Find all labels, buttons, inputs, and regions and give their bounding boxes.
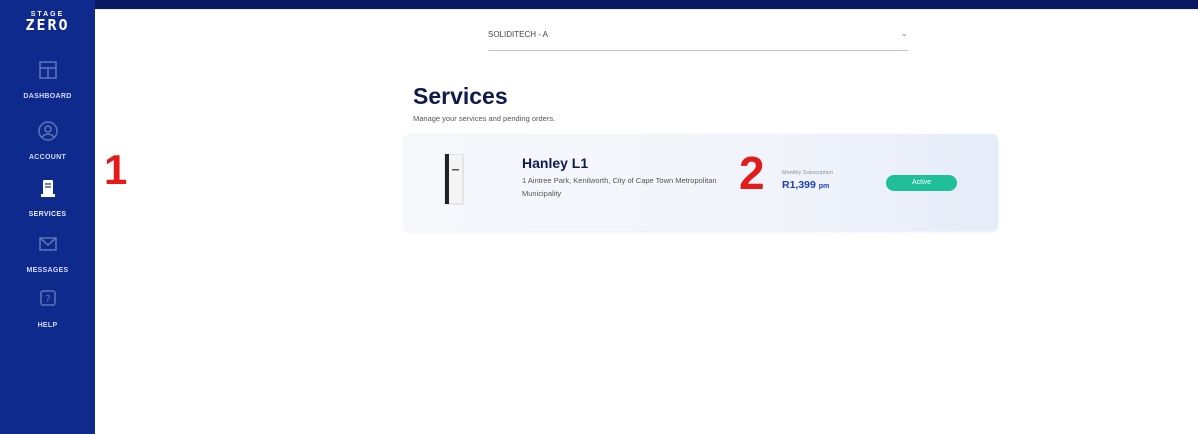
- annotation-number-1: 1: [104, 146, 128, 193]
- sidebar-item-services[interactable]: SERVICES: [0, 177, 95, 221]
- sidebar-item-label: HELP: [37, 322, 58, 329]
- subscription-price: R1,399 pm: [782, 179, 829, 191]
- sidebar-item-account[interactable]: ACCOUNT: [0, 120, 95, 164]
- services-icon: [40, 180, 55, 197]
- account-select-value: SOLIDITECH - A: [488, 30, 549, 39]
- sidebar-item-label: ACCOUNT: [28, 154, 67, 161]
- topbar-divider: [95, 9, 1198, 10]
- dashboard-icon: [38, 61, 57, 79]
- page-title: Services: [413, 83, 508, 109]
- battery-device-icon: [444, 154, 464, 205]
- brand-logo-main: ZERO: [25, 16, 70, 34]
- main-content: SOLIDITECH - A ⌄ Services Manage your se…: [95, 9, 1198, 434]
- account-icon: [37, 121, 58, 141]
- service-name: Hanley L1: [522, 155, 589, 171]
- app-window: STAGE ZERO DASHBOARD ACCOUNT SERVICES ME…: [0, 0, 1198, 434]
- service-address: 1 Aintree Park, Kenilworth, City of Cape…: [522, 176, 717, 198]
- page-subtitle: Manage your services and pending orders.: [413, 114, 556, 123]
- brand-logo[interactable]: STAGE ZERO: [0, 11, 95, 33]
- sidebar-item-label: MESSAGES: [26, 267, 69, 274]
- sidebar-item-dashboard[interactable]: DASHBOARD: [0, 59, 95, 103]
- top-edge-bar: [0, 0, 1198, 9]
- help-icon: ?: [39, 290, 56, 306]
- account-select[interactable]: SOLIDITECH - A ⌄: [488, 26, 908, 51]
- price-amount: R1,399: [782, 179, 816, 191]
- status-badge[interactable]: Active: [886, 175, 957, 191]
- chevron-down-icon: ⌄: [900, 28, 908, 38]
- sidebar: STAGE ZERO DASHBOARD ACCOUNT SERVICES ME…: [0, 0, 95, 434]
- annotation-number-2: 2: [739, 147, 765, 199]
- sidebar-item-help[interactable]: ? HELP: [0, 288, 95, 332]
- sidebar-item-messages[interactable]: MESSAGES: [0, 233, 95, 277]
- sidebar-item-label: SERVICES: [28, 211, 67, 218]
- messages-icon: [38, 237, 57, 251]
- sidebar-item-label: DASHBOARD: [23, 93, 72, 100]
- svg-text:?: ?: [45, 294, 50, 305]
- price-unit: pm: [818, 183, 830, 190]
- service-card[interactable]: Hanley L1 1 Aintree Park, Kenilworth, Ci…: [404, 134, 998, 231]
- subscription-label: Monthly Subscription: [782, 170, 834, 176]
